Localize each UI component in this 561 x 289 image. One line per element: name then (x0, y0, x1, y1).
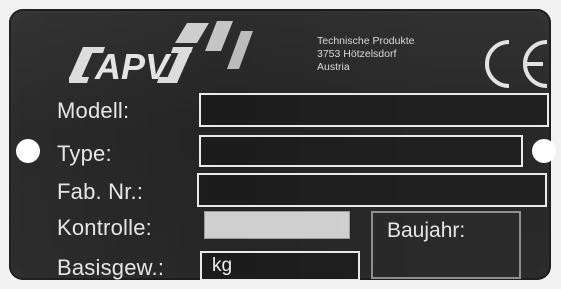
manufacturer-address: Technische Produkte 3753 Hötzelsdorf Aus… (317, 35, 414, 74)
type-field (199, 135, 523, 167)
mounting-hole-right (532, 139, 556, 163)
manufacturer-line-3: Austria (317, 61, 350, 73)
fab-nr-label: Fab. Nr.: (57, 179, 144, 204)
modell-field (199, 93, 549, 127)
mounting-hole-left (16, 139, 40, 163)
apv-logo: APV (69, 21, 253, 87)
manufacturer-line-2: 3753 Hötzelsdorf (317, 48, 397, 60)
kontrolle-field (204, 211, 350, 239)
basisgew-unit: kg (212, 255, 233, 276)
basisgew-label: Basisgew.: (57, 255, 165, 280)
modell-label: Modell: (57, 98, 130, 123)
fab-nr-field (197, 173, 547, 207)
type-plate: APV Technische Produkte 3753 Hötzelsdorf… (9, 9, 551, 280)
baujahr-label: Baujahr: (387, 219, 466, 242)
kontrolle-label: Kontrolle: (57, 215, 152, 240)
manufacturer-line-1: Technische Produkte (317, 35, 415, 47)
ce-mark-icon (485, 40, 548, 88)
type-label: Type: (57, 141, 112, 166)
